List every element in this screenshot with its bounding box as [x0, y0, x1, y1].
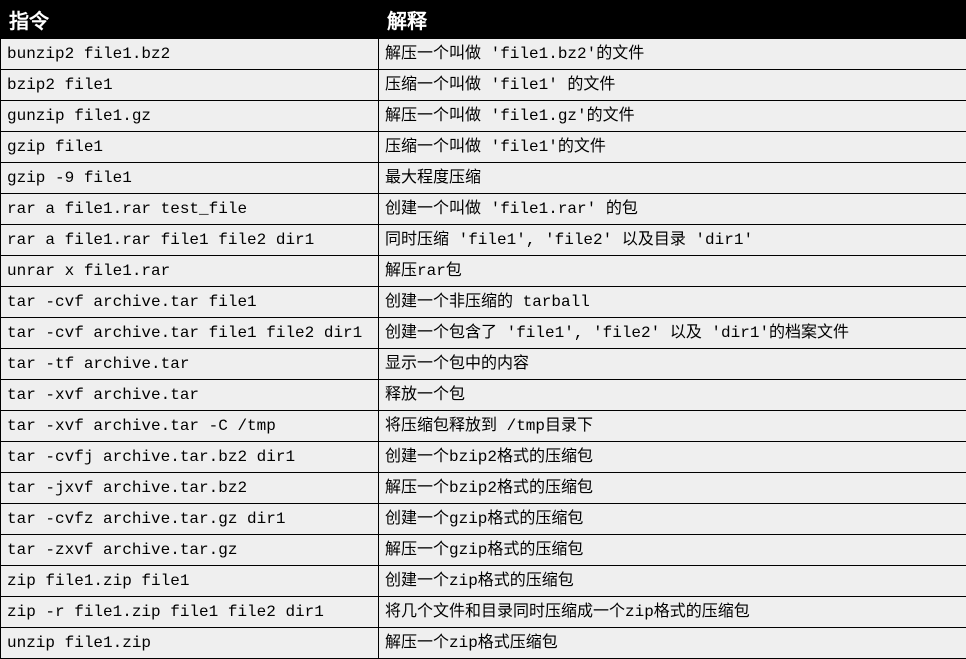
description-cell: 创建一个bzip2格式的压缩包 — [379, 442, 966, 473]
table-row: unzip file1.zip解压一个zip格式压缩包 — [1, 628, 966, 659]
command-cell: zip file1.zip file1 — [1, 566, 379, 597]
command-cell: bunzip2 file1.bz2 — [1, 39, 379, 70]
command-reference-table: 指令 解释 bunzip2 file1.bz2解压一个叫做 'file1.bz2… — [0, 0, 966, 659]
table-row: rar a file1.rar test_file创建一个叫做 'file1.r… — [1, 194, 966, 225]
table-body: bunzip2 file1.bz2解压一个叫做 'file1.bz2'的文件bz… — [1, 39, 966, 659]
command-cell: unrar x file1.rar — [1, 256, 379, 287]
table-row: tar -xvf archive.tar释放一个包 — [1, 380, 966, 411]
description-cell: 同时压缩 'file1', 'file2' 以及目录 'dir1' — [379, 225, 966, 256]
command-cell: gunzip file1.gz — [1, 101, 379, 132]
description-cell: 压缩一个叫做 'file1' 的文件 — [379, 70, 966, 101]
description-cell: 创建一个gzip格式的压缩包 — [379, 504, 966, 535]
table-row: gunzip file1.gz解压一个叫做 'file1.gz'的文件 — [1, 101, 966, 132]
description-cell: 解压一个zip格式压缩包 — [379, 628, 966, 659]
description-cell: 创建一个包含了 'file1', 'file2' 以及 'dir1'的档案文件 — [379, 318, 966, 349]
description-cell: 创建一个zip格式的压缩包 — [379, 566, 966, 597]
table-row: bunzip2 file1.bz2解压一个叫做 'file1.bz2'的文件 — [1, 39, 966, 70]
description-cell: 最大程度压缩 — [379, 163, 966, 194]
description-cell: 将压缩包释放到 /tmp目录下 — [379, 411, 966, 442]
table-header: 指令 解释 — [1, 1, 966, 39]
description-cell: 创建一个非压缩的 tarball — [379, 287, 966, 318]
table-row: gzip file1压缩一个叫做 'file1'的文件 — [1, 132, 966, 163]
command-cell: tar -cvfj archive.tar.bz2 dir1 — [1, 442, 379, 473]
command-cell: tar -xvf archive.tar — [1, 380, 379, 411]
command-cell: tar -jxvf archive.tar.bz2 — [1, 473, 379, 504]
command-cell: bzip2 file1 — [1, 70, 379, 101]
header-row: 指令 解释 — [1, 1, 966, 39]
table-row: bzip2 file1压缩一个叫做 'file1' 的文件 — [1, 70, 966, 101]
command-cell: gzip file1 — [1, 132, 379, 163]
command-cell: unzip file1.zip — [1, 628, 379, 659]
command-cell: rar a file1.rar file1 file2 dir1 — [1, 225, 379, 256]
header-description: 解释 — [379, 1, 966, 39]
command-cell: tar -xvf archive.tar -C /tmp — [1, 411, 379, 442]
table-row: unrar x file1.rar解压rar包 — [1, 256, 966, 287]
command-cell: tar -cvf archive.tar file1 file2 dir1 — [1, 318, 379, 349]
description-cell: 显示一个包中的内容 — [379, 349, 966, 380]
table-row: tar -tf archive.tar显示一个包中的内容 — [1, 349, 966, 380]
table-row: tar -jxvf archive.tar.bz2解压一个bzip2格式的压缩包 — [1, 473, 966, 504]
table-row: tar -cvfj archive.tar.bz2 dir1创建一个bzip2格… — [1, 442, 966, 473]
description-cell: 解压rar包 — [379, 256, 966, 287]
command-cell: gzip -9 file1 — [1, 163, 379, 194]
table-row: tar -xvf archive.tar -C /tmp将压缩包释放到 /tmp… — [1, 411, 966, 442]
table-row: tar -cvfz archive.tar.gz dir1创建一个gzip格式的… — [1, 504, 966, 535]
description-cell: 创建一个叫做 'file1.rar' 的包 — [379, 194, 966, 225]
command-cell: tar -tf archive.tar — [1, 349, 379, 380]
table-row: tar -cvf archive.tar file1 file2 dir1创建一… — [1, 318, 966, 349]
command-cell: tar -zxvf archive.tar.gz — [1, 535, 379, 566]
command-cell: tar -cvf archive.tar file1 — [1, 287, 379, 318]
description-cell: 解压一个叫做 'file1.gz'的文件 — [379, 101, 966, 132]
description-cell: 压缩一个叫做 'file1'的文件 — [379, 132, 966, 163]
table-row: zip file1.zip file1创建一个zip格式的压缩包 — [1, 566, 966, 597]
table-row: gzip -9 file1最大程度压缩 — [1, 163, 966, 194]
command-cell: rar a file1.rar test_file — [1, 194, 379, 225]
table-row: tar -zxvf archive.tar.gz解压一个gzip格式的压缩包 — [1, 535, 966, 566]
command-cell: zip -r file1.zip file1 file2 dir1 — [1, 597, 379, 628]
table-row: rar a file1.rar file1 file2 dir1同时压缩 'fi… — [1, 225, 966, 256]
description-cell: 解压一个叫做 'file1.bz2'的文件 — [379, 39, 966, 70]
description-cell: 将几个文件和目录同时压缩成一个zip格式的压缩包 — [379, 597, 966, 628]
description-cell: 释放一个包 — [379, 380, 966, 411]
command-reference-table-container: 指令 解释 bunzip2 file1.bz2解压一个叫做 'file1.bz2… — [0, 0, 966, 659]
header-command: 指令 — [1, 1, 379, 39]
command-cell: tar -cvfz archive.tar.gz dir1 — [1, 504, 379, 535]
table-row: tar -cvf archive.tar file1创建一个非压缩的 tarba… — [1, 287, 966, 318]
table-row: zip -r file1.zip file1 file2 dir1将几个文件和目… — [1, 597, 966, 628]
description-cell: 解压一个gzip格式的压缩包 — [379, 535, 966, 566]
description-cell: 解压一个bzip2格式的压缩包 — [379, 473, 966, 504]
